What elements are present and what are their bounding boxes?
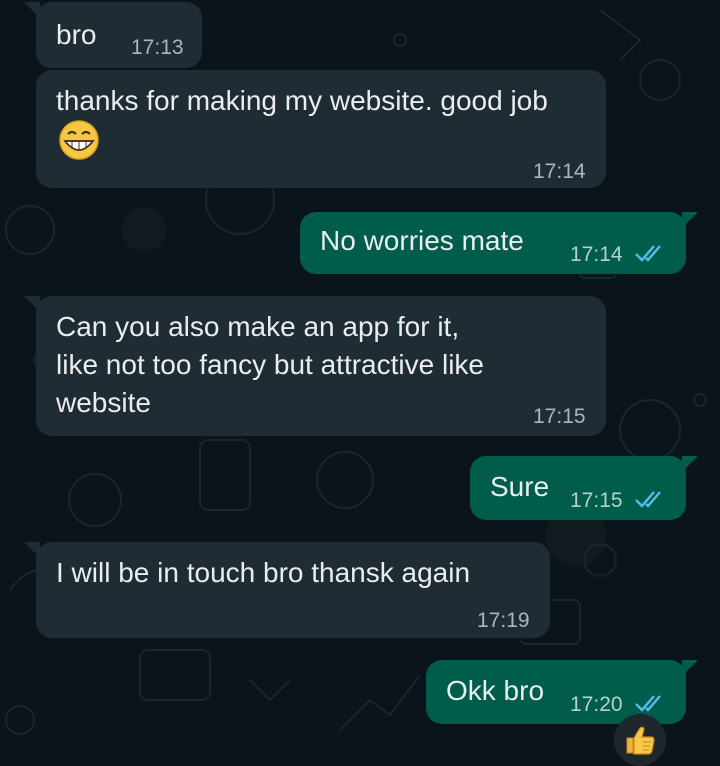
- incoming-message-bubble[interactable]: thanks for making my website. good job 1…: [36, 70, 606, 188]
- bubble-tail: [24, 2, 40, 18]
- message-text: Okk bro: [446, 675, 545, 706]
- bubble-tail: [682, 660, 698, 676]
- read-receipt-ticks-icon: [635, 695, 661, 712]
- message-timestamp: 17:15: [570, 489, 623, 512]
- incoming-message-bubble[interactable]: bro 17:13: [24, 2, 202, 68]
- message-timestamp: 17:15: [533, 405, 586, 428]
- incoming-message-bubble[interactable]: I will be in touch bro thansk again 17:1…: [24, 542, 550, 638]
- message-text: bro: [56, 19, 97, 50]
- bubble-tail: [682, 212, 698, 228]
- message-text: Sure: [490, 471, 550, 502]
- read-receipt-ticks-icon: [635, 245, 661, 262]
- message-text: No worries mate: [320, 225, 524, 256]
- grinning-face-emoji: [59, 120, 99, 160]
- bubble-tail: [24, 296, 40, 312]
- message-timestamp: 17:14: [533, 160, 586, 183]
- thumbs-up-emoji-icon: [626, 726, 655, 755]
- message-text: I will be in touch bro thansk again: [56, 557, 471, 588]
- message-timestamp: 17:20: [570, 693, 623, 716]
- bubble-tail: [682, 456, 698, 472]
- message-timestamp: 17:13: [131, 36, 184, 59]
- read-receipt-ticks-icon: [635, 491, 661, 508]
- message-text: thanks for making my website. good job: [56, 82, 576, 164]
- message-timestamp: 17:19: [477, 609, 530, 632]
- bubble-tail: [24, 542, 40, 558]
- message-reaction[interactable]: [614, 714, 666, 766]
- message-text-body: thanks for making my website. good job: [56, 85, 548, 116]
- message-timestamp: 17:14: [570, 243, 623, 266]
- message-text: Can you also make an app for it, like no…: [56, 311, 484, 418]
- outgoing-message-bubble[interactable]: Sure 17:15: [470, 456, 698, 520]
- outgoing-message-bubble[interactable]: No worries mate 17:14: [300, 212, 698, 274]
- incoming-message-bubble[interactable]: Can you also make an app for it, like no…: [24, 296, 606, 436]
